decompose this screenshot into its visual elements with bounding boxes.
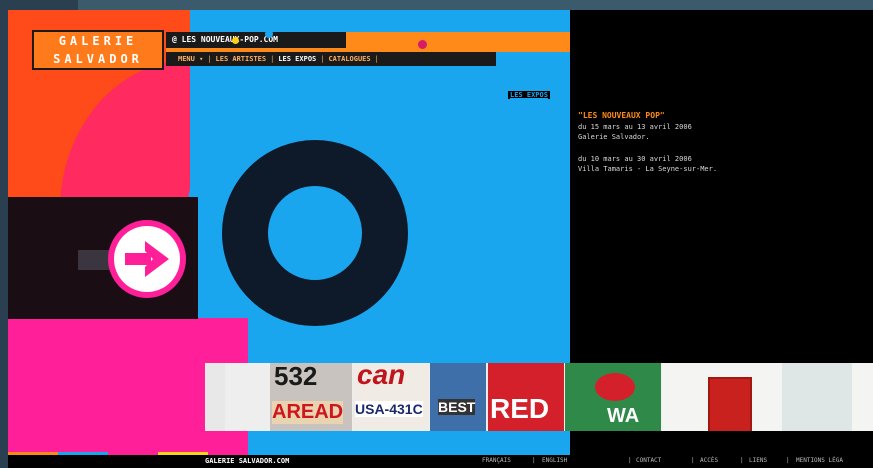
arrow-right-icon	[114, 226, 180, 292]
nav-menu[interactable]: MENU ▾	[174, 55, 207, 63]
footer-color-bar	[8, 452, 208, 455]
thumbnail[interactable]: BEST	[430, 363, 486, 431]
footer-contact[interactable]: CONTACT	[636, 457, 661, 464]
yellow-dot	[232, 37, 239, 44]
nav-catalogues[interactable]: CATALOGUES	[324, 55, 374, 63]
thumbnail[interactable]: WA	[565, 363, 661, 431]
thumbnail[interactable]: 532 AREAD	[270, 363, 352, 431]
thumbnail[interactable]	[662, 363, 873, 431]
thumbnail-text: 532	[274, 363, 318, 391]
lang-english[interactable]: ENGLISH	[542, 457, 567, 464]
nav-les-expos[interactable]: LES EXPOS	[274, 55, 320, 63]
footer-mentions-legales[interactable]: MENTIONS LÉGA	[796, 457, 843, 464]
nav-les-artistes[interactable]: LES ARTISTES	[212, 55, 271, 63]
lang-french[interactable]: FRANÇAIS	[482, 457, 511, 464]
thumbnail[interactable]	[205, 363, 225, 431]
thumbnail[interactable]: RED	[488, 363, 564, 431]
main-nav: MENU ▾ | LES ARTISTES | LES EXPOS | CATA…	[166, 52, 496, 66]
footer-site-link[interactable]: GALERIE SALVADOR.COM	[205, 457, 289, 465]
logo-line-2: SALVADOR	[53, 52, 143, 66]
galerie-salvador-logo[interactable]: GALERIE SALVADOR	[32, 30, 164, 70]
page-frame: GALERIE SALVADOR @ LES NOUVEAUX-POP.COM …	[0, 0, 873, 468]
artwork-thumbnails: 532 AREAD can USA-431C BEST RED WA	[205, 363, 873, 431]
thumbnail-text: WA	[607, 405, 640, 427]
thumbnail-text: RED	[490, 393, 550, 424]
expo-venue-2: Villa Tamaris - La Seyne-sur-Mer.	[578, 165, 718, 173]
thumbnail[interactable]: can USA-431C	[353, 363, 429, 431]
footer-separator: |	[786, 457, 790, 464]
nav-separator: |	[374, 55, 379, 63]
expo-dates-2: du 10 mars au 30 avril 2006	[578, 155, 692, 163]
footer-liens[interactable]: LIENS	[749, 457, 767, 464]
footer-separator: |	[628, 457, 632, 464]
top-stripe	[78, 0, 873, 10]
footer-separator: |	[532, 457, 536, 464]
footer-separator: |	[691, 457, 695, 464]
logo-line-1: GALERIE	[58, 34, 138, 48]
expo-venue-1: Galerie Salvador.	[578, 133, 650, 141]
section-tag: LES EXPOS	[508, 91, 550, 99]
thumbnail-text: can	[357, 363, 406, 390]
footer-acces[interactable]: ACCÈS	[700, 457, 718, 464]
expo-dates-1: du 15 mars au 13 avril 2006	[578, 123, 692, 131]
next-arrow-button[interactable]	[108, 220, 186, 298]
thumbnail-text: USA-431C	[355, 401, 423, 417]
footer-separator: |	[740, 457, 744, 464]
thumbnail-text: AREAD	[272, 401, 344, 424]
site-url[interactable]: @ LES NOUVEAUX-POP.COM	[166, 32, 346, 48]
thumbnail-text: BEST	[438, 399, 476, 415]
expo-title[interactable]: "LES NOUVEAUX POP"	[578, 111, 665, 120]
blue-dot	[265, 30, 273, 38]
ring-o-shape	[222, 140, 408, 326]
magenta-dot	[418, 40, 427, 49]
